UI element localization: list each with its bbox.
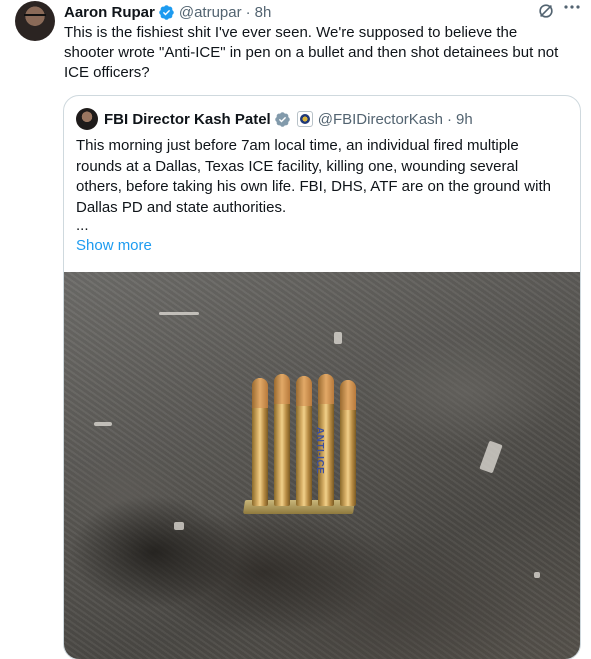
quoted-tweet[interactable]: FBI Director Kash Patel @FBIDirectorKash… (63, 95, 581, 659)
author-name[interactable]: Aaron Rupar (64, 4, 155, 21)
quoted-separator: · (446, 110, 452, 128)
more-options-icon[interactable] (562, 2, 582, 20)
quoted-author-name: FBI Director Kash Patel (104, 110, 271, 128)
verified-badge-icon (158, 4, 175, 21)
author-handle[interactable]: @atrupar (179, 4, 242, 21)
quoted-timestamp: 9h (455, 110, 473, 128)
tweet-text: This is the fishiest shit I've ever seen… (64, 24, 559, 81)
agency-badge-icon (296, 111, 313, 127)
timestamp[interactable]: 8h (255, 4, 272, 21)
quoted-tweet-text: This morning just before 7am local time,… (76, 137, 551, 216)
quoted-tweet-header: FBI Director Kash Patel @FBIDirectorKash… (76, 108, 473, 130)
quoted-author-handle: @FBIDirectorKash (317, 110, 443, 128)
grok-icon[interactable] (537, 2, 555, 20)
quoted-ellipsis: ... (76, 217, 89, 234)
ammunition-clip: ANTI-ICE (243, 372, 360, 524)
quoted-photo[interactable]: ANTI-ICE (64, 272, 580, 659)
tweet-header: Aaron Rupar @atrupar · 8h (64, 2, 271, 22)
avatar[interactable] (15, 1, 55, 41)
bullet-inscription: ANTI-ICE (314, 427, 325, 475)
separator: · (245, 3, 251, 21)
tweet[interactable]: Aaron Rupar @atrupar · 8h This is the fi… (0, 0, 591, 659)
show-more-link[interactable]: Show more (76, 236, 152, 256)
quoted-avatar (76, 108, 98, 130)
government-badge-icon (274, 111, 291, 128)
